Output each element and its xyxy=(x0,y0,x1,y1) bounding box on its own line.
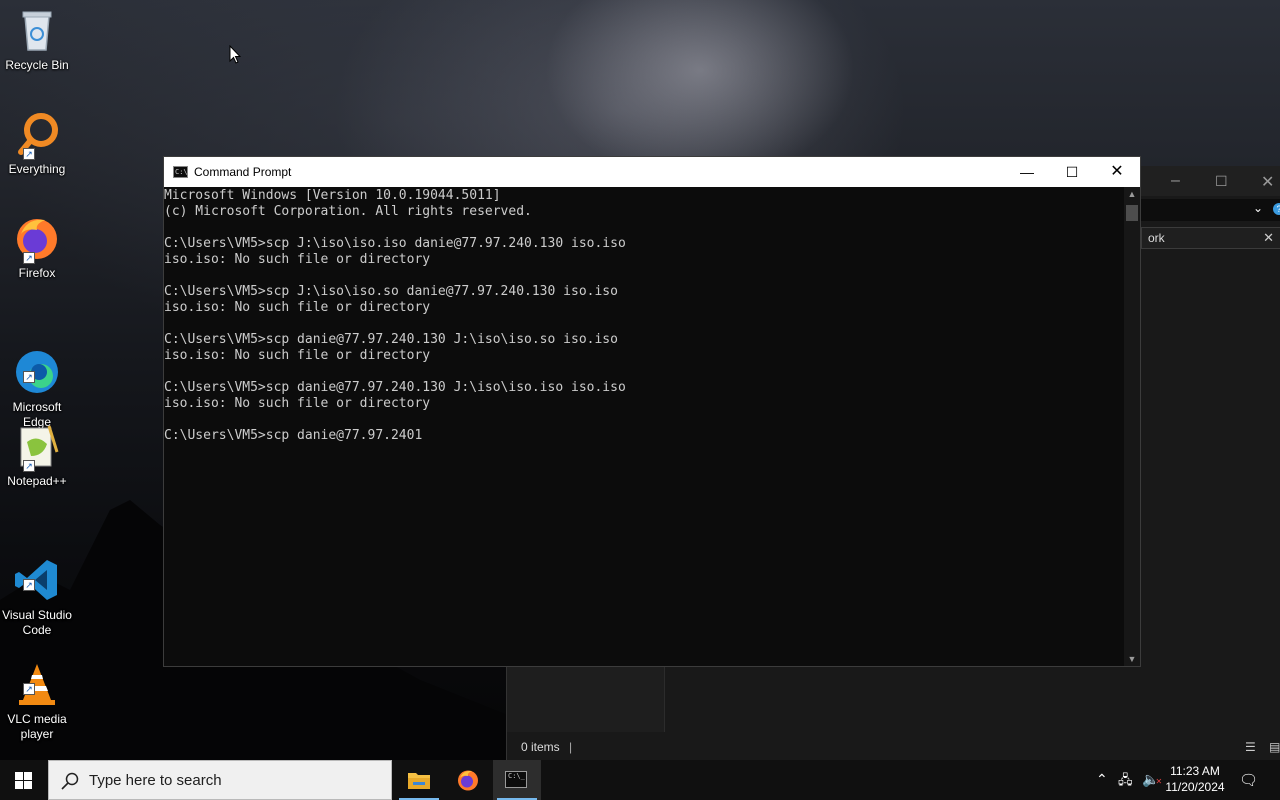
explorer-search-value: ork xyxy=(1148,231,1165,245)
explorer-status-bar: 0 items | ☰ ▤ xyxy=(507,736,1280,760)
firefox-icon xyxy=(458,770,478,791)
explorer-navigation-pane[interactable] xyxy=(507,666,665,732)
status-divider: | xyxy=(569,740,573,754)
item-count: 0 items xyxy=(521,740,560,754)
details-view-icon[interactable]: ☰ xyxy=(1245,740,1256,754)
search-icon xyxy=(61,772,79,790)
taskbar-file-explorer[interactable] xyxy=(395,760,443,800)
network-icon[interactable]: 🖧 xyxy=(1118,771,1133,793)
chevron-down-icon[interactable]: ⌄ xyxy=(1253,201,1263,215)
search-placeholder: Type here to search xyxy=(89,772,222,789)
everything-search-icon: ↗ xyxy=(13,110,61,160)
shortcut-arrow-icon: ↗ xyxy=(23,252,35,264)
minimize-button[interactable]: — xyxy=(1004,157,1050,187)
shortcut-arrow-icon: ↗ xyxy=(23,579,35,591)
desktop-icon-label: Recycle Bin xyxy=(5,58,69,72)
explorer-address-bar[interactable]: ⌄ ? xyxy=(1141,199,1280,221)
clear-search-icon[interactable]: ✕ xyxy=(1263,230,1274,246)
start-button[interactable] xyxy=(0,760,48,800)
terminal-output[interactable]: Microsoft Windows [Version 10.0.19044.50… xyxy=(164,187,1124,666)
large-icons-view-icon[interactable]: ▤ xyxy=(1269,740,1280,754)
cmd-vertical-scrollbar[interactable]: ▲ ▼ xyxy=(1124,187,1140,666)
taskbar-search-box[interactable]: Type here to search xyxy=(48,760,392,800)
explorer-close-button[interactable]: ✕ xyxy=(1261,172,1274,192)
explorer-search-input[interactable]: ork ✕ xyxy=(1141,227,1280,249)
desktop-icon-label: VLC media player xyxy=(7,712,67,741)
desktop-icon-label: Everything xyxy=(8,162,66,176)
taskbar-command-prompt[interactable]: C:\_ xyxy=(493,760,541,800)
cmd-app-icon: C:\_ xyxy=(505,771,527,788)
taskbar-firefox[interactable] xyxy=(444,760,492,800)
vlc-icon: ↗ xyxy=(13,645,61,705)
shortcut-arrow-icon: ↗ xyxy=(23,148,35,160)
cmd-app-icon: C:\ xyxy=(173,166,188,178)
scrollbar-thumb[interactable] xyxy=(1126,205,1138,221)
desktop-icon-label: Firefox xyxy=(18,266,56,280)
vscode-icon: ↗ xyxy=(13,541,61,600)
volume-muted-icon[interactable]: 🔈✕ xyxy=(1142,771,1162,788)
desktop-icon-recycle-bin[interactable]: Recycle Bin xyxy=(2,6,72,73)
show-hidden-icons-chevron-icon[interactable]: ⌃ xyxy=(1096,771,1108,788)
recycle-bin-icon xyxy=(13,6,61,54)
scroll-down-arrow-icon[interactable]: ▼ xyxy=(1124,654,1140,664)
close-button[interactable]: ✕ xyxy=(1094,157,1140,187)
maximize-button[interactable]: ☐ xyxy=(1049,157,1095,187)
desktop-icon-label: Notepad++ xyxy=(7,474,67,488)
firefox-icon: ↗ xyxy=(13,214,61,264)
scroll-up-arrow-icon[interactable]: ▲ xyxy=(1124,189,1140,199)
shortcut-arrow-icon: ↗ xyxy=(23,371,35,383)
desktop-icon-vlc[interactable]: ↗ VLC media player xyxy=(2,630,72,757)
help-icon[interactable]: ? xyxy=(1273,203,1280,215)
desktop-icon-everything[interactable]: ↗ Everything xyxy=(2,110,72,177)
folder-icon xyxy=(408,773,430,789)
edge-icon: ↗ xyxy=(13,333,61,393)
cmd-window-title: Command Prompt xyxy=(194,165,292,179)
shortcut-arrow-icon: ↗ xyxy=(23,460,35,472)
explorer-maximize-button[interactable]: ☐ xyxy=(1215,173,1228,190)
desktop-icon-notepad-plus-plus[interactable]: ↗ Notepad++ xyxy=(2,422,72,489)
clock-time: 11:23 AM xyxy=(1170,764,1220,778)
clock-date: 11/20/2024 xyxy=(1165,780,1225,794)
shortcut-arrow-icon: ↗ xyxy=(23,683,35,695)
action-center-notifications-icon[interactable]: 🗨 xyxy=(1239,771,1258,789)
taskbar-clock[interactable]: 11:23 AM 11/20/2024 xyxy=(1162,763,1228,795)
explorer-minimize-button[interactable]: – xyxy=(1171,172,1180,190)
command-prompt-window[interactable]: C:\ Command Prompt — ☐ ✕ Microsoft Windo… xyxy=(163,156,1141,667)
taskbar: Type here to search C:\_ ⌃ 🖧 🔈✕ 11:23 AM… xyxy=(0,760,1280,800)
cmd-title-bar[interactable]: C:\ Command Prompt — ☐ ✕ xyxy=(164,157,1140,187)
windows-logo-icon xyxy=(15,772,32,789)
mouse-cursor-icon xyxy=(229,45,241,64)
notepad-plus-plus-icon: ↗ xyxy=(13,422,61,472)
desktop-icon-firefox[interactable]: ↗ Firefox xyxy=(2,214,72,281)
